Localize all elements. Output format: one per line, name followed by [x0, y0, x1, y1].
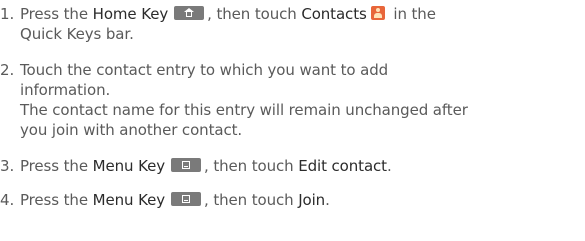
- step-text: , then touch: [204, 191, 299, 209]
- step-line: Touch the contact entry to which you wan…: [20, 61, 389, 79]
- step-text: Press the: [20, 157, 93, 175]
- step-line: The contact name for this entry will rem…: [20, 101, 468, 119]
- step-text: Press the: [20, 191, 93, 209]
- key-name: Menu Key: [92, 191, 165, 209]
- contacts-app-icon: [370, 5, 385, 20]
- app-name: Contacts: [301, 5, 367, 23]
- step-line: Press the Menu Key , then touch Edit cont…: [20, 156, 392, 176]
- step-4: 4. Press the Menu Key , then touch Join.: [0, 190, 585, 212]
- step-line: Press the Menu Key , then touch Join.: [20, 190, 330, 210]
- step-number: 4.: [0, 191, 15, 209]
- step-1: 1. Press the Home Key , then touch Contac…: [0, 4, 585, 48]
- step-number: 3.: [0, 157, 15, 175]
- step-text: , then touch: [204, 157, 299, 175]
- step-number: 2.: [0, 61, 15, 79]
- step-number: 1.: [0, 5, 15, 23]
- step-text: Press the: [20, 5, 93, 23]
- home-key-icon: [174, 5, 205, 20]
- step-line: Press the Home Key, then touch Contacts …: [20, 4, 436, 24]
- step-3: 3. Press the Menu Key , then touch Edit c…: [0, 156, 585, 178]
- step-line: information.: [20, 81, 111, 99]
- menu-option: Edit contact: [298, 157, 387, 175]
- menu-key-icon: [171, 191, 201, 206]
- step-text: .: [325, 191, 330, 209]
- step-2: 2. Touch the contact entry to which you …: [0, 60, 585, 144]
- menu-key-icon: [171, 157, 201, 172]
- key-name: Home Key: [92, 5, 169, 23]
- step-line: Quick Keys bar.: [20, 25, 134, 43]
- step-text: in the: [388, 5, 436, 23]
- key-name: Menu Key: [92, 157, 165, 175]
- step-text: , then touch: [207, 5, 302, 23]
- step-line: you join with another contact.: [20, 121, 243, 139]
- menu-option: Join: [298, 191, 326, 209]
- step-text: .: [386, 157, 392, 175]
